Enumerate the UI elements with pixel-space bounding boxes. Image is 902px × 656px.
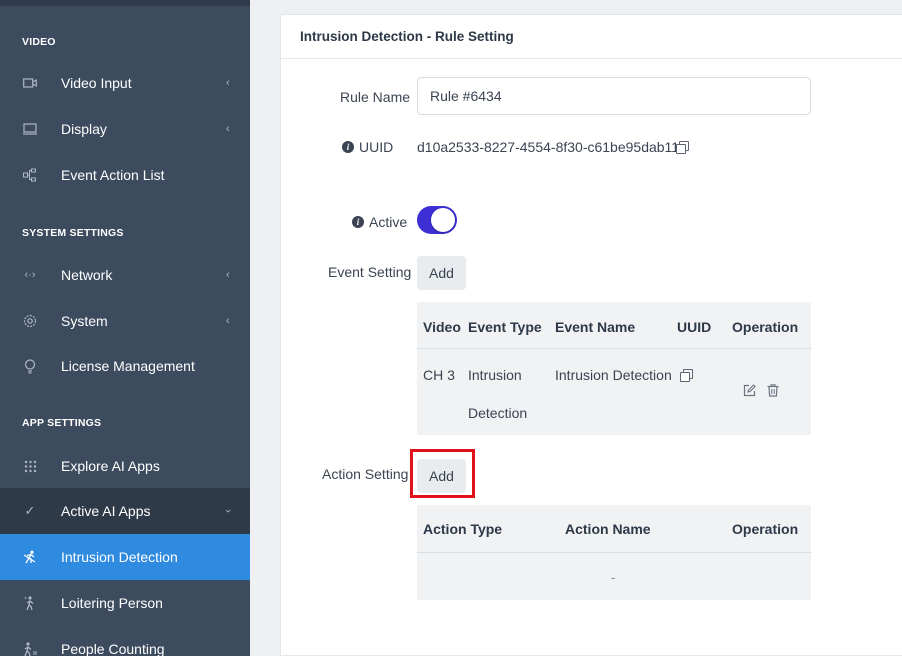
section-header-app-settings: APP SETTINGS xyxy=(22,417,102,429)
sidebar-item-label: Loitering Person xyxy=(61,595,163,611)
section-header-system-settings: SYSTEM SETTINGS xyxy=(22,227,124,239)
network-arrows-icon: ‹·› xyxy=(24,269,36,281)
sidebar-item-label: License Management xyxy=(61,358,195,374)
sidebar-item-explore-ai-apps[interactable]: Explore AI Apps xyxy=(0,443,250,489)
sidebar-item-label: Intrusion Detection xyxy=(61,549,178,565)
info-icon: i xyxy=(352,216,364,229)
uuid-label-text: UUID xyxy=(359,139,394,155)
panel-header: Intrusion Detection - Rule Setting xyxy=(281,15,902,59)
active-label: i Active xyxy=(352,214,407,230)
table-header-action-name: Action Name xyxy=(565,521,651,537)
rule-name-label: Rule Name xyxy=(340,89,411,105)
table-header-event-name: Event Name xyxy=(555,319,636,335)
add-event-button[interactable]: Add xyxy=(417,256,466,290)
section-header-video: VIDEO xyxy=(22,36,56,48)
gear-icon xyxy=(22,313,38,329)
sidebar-item-loitering-person[interactable]: Loitering Person xyxy=(0,580,250,626)
event-table: Video Event Type Event Name UUID Operati… xyxy=(417,302,811,435)
sidebar-item-label: People Counting xyxy=(61,641,165,656)
delete-icon[interactable] xyxy=(767,384,779,400)
sidebar-item-label: Event Action List xyxy=(61,167,165,183)
copy-icon[interactable] xyxy=(676,141,689,154)
cell-event-type-line1: Intrusion xyxy=(468,367,522,383)
sidebar-top-strip xyxy=(0,0,250,6)
table-header-operation: Operation xyxy=(732,319,799,335)
chevron-left-icon: ‹ xyxy=(226,77,230,89)
table-divider xyxy=(417,552,811,553)
cell-event-name: Intrusion Detection xyxy=(555,367,672,383)
lightbulb-icon xyxy=(22,358,38,374)
table-header-event-type: Event Type xyxy=(468,319,542,335)
page-title: Intrusion Detection - Rule Setting xyxy=(300,29,514,44)
copy-icon[interactable] xyxy=(680,369,693,382)
edit-icon[interactable] xyxy=(743,384,756,400)
walking-person-icon xyxy=(22,595,38,611)
empty-cell: - xyxy=(611,569,616,585)
table-header-uuid: UUID xyxy=(677,319,712,335)
active-label-text: Active xyxy=(369,214,408,230)
rule-name-input[interactable] xyxy=(417,77,811,115)
intrusion-person-icon xyxy=(22,549,38,565)
people-counting-icon xyxy=(22,641,38,656)
sidebar: VIDEO Video Input ‹ Display ‹ Event Acti… xyxy=(0,0,250,656)
info-icon: i xyxy=(342,141,354,154)
check-icon: ✓ xyxy=(24,503,36,518)
sidebar-item-label: Active AI Apps xyxy=(61,503,151,519)
sidebar-item-label: Display xyxy=(61,121,107,137)
chevron-down-icon: › xyxy=(221,509,234,513)
table-header-action-type: Action Type xyxy=(423,521,503,537)
table-divider xyxy=(417,348,811,349)
cell-event-type-line2: Detection xyxy=(468,405,528,421)
sidebar-item-label: Explore AI Apps xyxy=(61,458,160,474)
sidebar-item-active-ai-apps[interactable]: ✓ Active AI Apps › xyxy=(0,488,250,534)
action-setting-label: Action Setting xyxy=(322,466,409,482)
sidebar-item-display[interactable]: Display ‹ xyxy=(0,106,250,152)
active-toggle[interactable] xyxy=(417,206,457,234)
sidebar-item-system[interactable]: System ‹ xyxy=(0,298,250,344)
chevron-left-icon: ‹ xyxy=(226,315,230,327)
sidebar-item-intrusion-detection[interactable]: Intrusion Detection xyxy=(0,534,250,580)
sidebar-item-people-counting[interactable]: People Counting xyxy=(0,626,250,656)
chevron-left-icon: ‹ xyxy=(226,269,230,281)
apps-grid-icon xyxy=(22,458,38,474)
chevron-left-icon: ‹ xyxy=(226,123,230,135)
table-header-video: Video xyxy=(423,319,461,335)
sidebar-item-video-input[interactable]: Video Input ‹ xyxy=(0,60,250,106)
uuid-label: i UUID xyxy=(342,139,393,155)
action-table: Action Type Action Name Operation - xyxy=(417,505,811,600)
sidebar-item-label: Network xyxy=(61,267,113,283)
sidebar-item-event-action-list[interactable]: Event Action List xyxy=(0,152,250,198)
toggle-knob xyxy=(431,208,455,232)
hierarchy-icon xyxy=(22,167,38,183)
monitor-icon xyxy=(22,121,38,137)
cell-video: CH 3 xyxy=(423,367,455,383)
video-camera-icon xyxy=(22,75,38,91)
table-header-operation: Operation xyxy=(732,521,799,537)
uuid-value: d10a2533-8227-4554-8f30-c61be95dab11 xyxy=(417,139,680,155)
sidebar-item-label: Video Input xyxy=(61,75,132,91)
sidebar-item-network[interactable]: ‹·› Network ‹ xyxy=(0,252,250,298)
highlight-box xyxy=(410,449,475,498)
sidebar-item-label: System xyxy=(61,313,108,329)
event-setting-label: Event Setting xyxy=(328,264,412,280)
sidebar-item-license-management[interactable]: License Management xyxy=(0,343,250,389)
